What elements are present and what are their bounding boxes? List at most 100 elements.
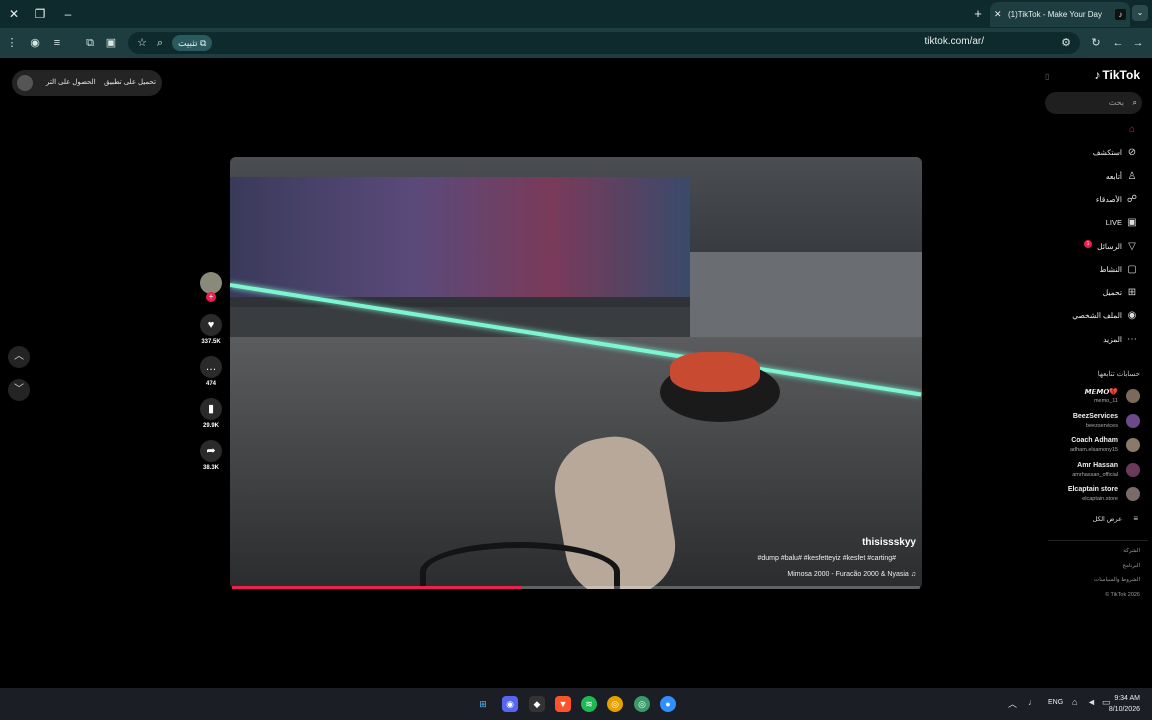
sidebar-item-upload[interactable]: تحميل ⊞ [1040, 283, 1152, 303]
network-icon[interactable]: ⌂ [1072, 697, 1077, 707]
search-input[interactable]: بحث ⌕ [1045, 92, 1142, 114]
clock-time: 9:34 AM [1114, 695, 1140, 702]
sidebar-item-user-follow[interactable]: أتابعه ♙ [1040, 167, 1152, 187]
install-app-button[interactable]: تثبيت ⧉ [172, 35, 213, 51]
volume-icon[interactable]: ◄ [1087, 697, 1096, 707]
comment-button[interactable]: … 474 [198, 356, 224, 387]
share-button[interactable]: ➦ 38.3K [198, 440, 224, 471]
comment-icon: … [200, 356, 222, 378]
app-download-pill[interactable]: تحميل على تطبيق الحصول على التر [12, 70, 162, 96]
video-frame-kart-body [670, 352, 760, 392]
discord-icon[interactable]: ◉ [502, 696, 518, 712]
avatar[interactable] [17, 75, 33, 91]
following-account[interactable]: BeezServices beezservices [1040, 411, 1152, 433]
list-icon[interactable]: ≡ [1133, 514, 1138, 523]
address-bar[interactable]: ☆ ⌕ تثبيت ⧉ tiktok.com/ar/ ⚙ [128, 32, 1080, 54]
heart-icon: ♥ [200, 314, 222, 336]
sidebar-item-friends[interactable]: الأصدقاء ☍ [1040, 190, 1152, 210]
video-description[interactable]: #dump #balu# #kesfetteyiz #kesfet #carti… [757, 555, 896, 562]
following-header: حسابات تتابعها [1097, 371, 1140, 378]
windows-taskbar: ⊞ ◉ ◆ ▼ ≋ ◎ ◎ ● ︿ ♩ ENG ⌂ ◄ ▭ 9:34 AM 8/… [0, 688, 1152, 720]
bookmark-star-icon[interactable]: ☆ [134, 35, 150, 51]
sidebar-item-profile[interactable]: الملف الشخصي ◉ [1040, 306, 1152, 326]
video-progress-bar[interactable] [232, 586, 920, 589]
window-minimize-icon[interactable]: – [58, 4, 78, 24]
video-progress-fill [232, 586, 521, 589]
more-icon: ⋯ [1127, 333, 1137, 345]
media-control-icon[interactable]: ≡ [49, 35, 65, 51]
avatar [1126, 389, 1140, 403]
spotify-icon[interactable]: ≋ [581, 696, 597, 712]
profile-icon: ◉ [1127, 310, 1137, 322]
sidebar-item-message[interactable]: الرسائل ▽ 1 [1040, 237, 1152, 257]
chevron-down-icon[interactable]: ﹀ [8, 379, 30, 401]
site-settings-icon[interactable]: ⚙ [1058, 35, 1074, 51]
app-blue-icon[interactable]: ● [660, 696, 676, 712]
microphone-icon[interactable]: ♩ [1028, 697, 1037, 707]
save-button[interactable]: ▮ 29.9K [198, 398, 224, 429]
footer-link[interactable]: الشروط والسياسات [1094, 577, 1140, 583]
share-icon: ➦ [200, 440, 222, 462]
tiktok-logo[interactable]: ♪ TikTok [1094, 68, 1140, 82]
profile-avatar-icon[interactable]: ◉ [27, 35, 43, 51]
chrome-profile-icon[interactable]: ◎ [634, 696, 650, 712]
tray-overflow-icon[interactable]: ︿ [1008, 697, 1017, 710]
get-app-link[interactable]: تحميل على تطبيق [104, 70, 156, 96]
extension-icon[interactable]: ▣ [103, 35, 119, 51]
activity-icon: ▢ [1127, 263, 1137, 275]
app-icon[interactable]: ◆ [529, 696, 545, 712]
search-placeholder: بحث [1108, 98, 1124, 107]
tiktok-note-icon: ♪ [1094, 68, 1101, 82]
like-button[interactable]: ♥ 337.5K [198, 314, 224, 345]
video-author[interactable]: thisissskyy [862, 537, 916, 548]
avatar [1126, 462, 1140, 477]
search-icon[interactable]: ⌕ [1133, 92, 1137, 114]
sidebar-item-activity[interactable]: النشاط ▢ [1040, 260, 1152, 280]
get-coins-link[interactable]: الحصول على التر [46, 70, 96, 96]
sidebar-item-home[interactable]: ⌂ [1040, 120, 1152, 140]
window-close-icon[interactable]: ✕ [4, 4, 24, 24]
forward-icon[interactable]: ← [1110, 35, 1126, 51]
sidebar-item-label: النشاط [1099, 264, 1122, 274]
sidebar-item-label: أتابعه [1105, 171, 1122, 181]
video-player[interactable]: thisissskyy #dump #balu# #kesfetteyiz #k… [230, 157, 922, 589]
sidebar-item-label: الأصدقاء [1095, 194, 1122, 204]
extensions-icon[interactable]: ⧉ [82, 35, 98, 51]
tab-close-icon[interactable]: ✕ [994, 2, 1002, 27]
creator-avatar[interactable] [200, 272, 222, 294]
chrome-icon[interactable]: ◎ [607, 696, 623, 712]
back-icon[interactable]: → [1130, 35, 1146, 51]
account-handle: memo_11 [1093, 398, 1118, 404]
sidebar-item-more[interactable]: المزيد ⋯ [1040, 330, 1152, 350]
language-indicator[interactable]: ENG [1048, 699, 1063, 706]
sidebar-item-compass[interactable]: استكشف ⊘ [1040, 143, 1152, 163]
new-tab-button[interactable]: + [970, 4, 986, 24]
see-all-link[interactable]: عرض الكل [1093, 515, 1122, 523]
following-account[interactable]: Coach Adham adham.elsamony15 [1040, 435, 1152, 457]
windows-start-icon[interactable]: ⊞ [475, 696, 491, 712]
browser-tab[interactable]: ✕ (1)TikTok - Make Your Day ♪ [990, 2, 1130, 27]
music-title: Mimosa 2000 - Furacão 2000 & Nyasia [787, 571, 909, 578]
video-music[interactable]: Mimosa 2000 - Furacão 2000 & Nyasia ♫ [787, 571, 916, 578]
menu-dots-icon[interactable]: ⋮ [4, 35, 20, 51]
footer-link[interactable]: الشركة [1123, 548, 1140, 554]
follow-plus-icon[interactable]: + [206, 292, 216, 302]
following-account[interactable]: Elcaptain store elcaptain.store [1040, 484, 1152, 506]
collapse-sidebar-icon[interactable]: ▯ [1045, 72, 1049, 81]
sidebar: ▯ ♪ TikTok بحث ⌕ ⌂ استكشف ⊘ أتابعه ♙ الأصدقاء ☍… [1040, 58, 1152, 688]
clock[interactable]: 9:34 AM 8/10/2026 [1109, 693, 1140, 715]
home-icon: ⌂ [1128, 124, 1136, 135]
chevron-up-icon[interactable]: ︿ [8, 346, 30, 368]
following-account[interactable]: 𝙈𝙀𝙈𝙊💔 memo_11 [1040, 386, 1152, 408]
brave-icon[interactable]: ▼ [555, 696, 571, 712]
footer-link[interactable]: البرنامج [1122, 563, 1140, 569]
sidebar-item-live[interactable]: LIVE ▣ [1040, 213, 1152, 233]
window-restore-icon[interactable]: ❐ [30, 4, 50, 24]
reload-icon[interactable]: ↻ [1088, 35, 1104, 51]
following-account[interactable]: Amr Hassan amrhassan_official [1040, 460, 1152, 482]
footer-link[interactable]: © TikTok 2026 [1105, 592, 1140, 598]
bookmark-icon: ▮ [200, 398, 222, 420]
sidebar-item-label: الملف الشخصي [1072, 311, 1122, 321]
tab-search-button[interactable]: ⌄ [1132, 5, 1148, 21]
zoom-icon[interactable]: ⌕ [152, 35, 168, 51]
